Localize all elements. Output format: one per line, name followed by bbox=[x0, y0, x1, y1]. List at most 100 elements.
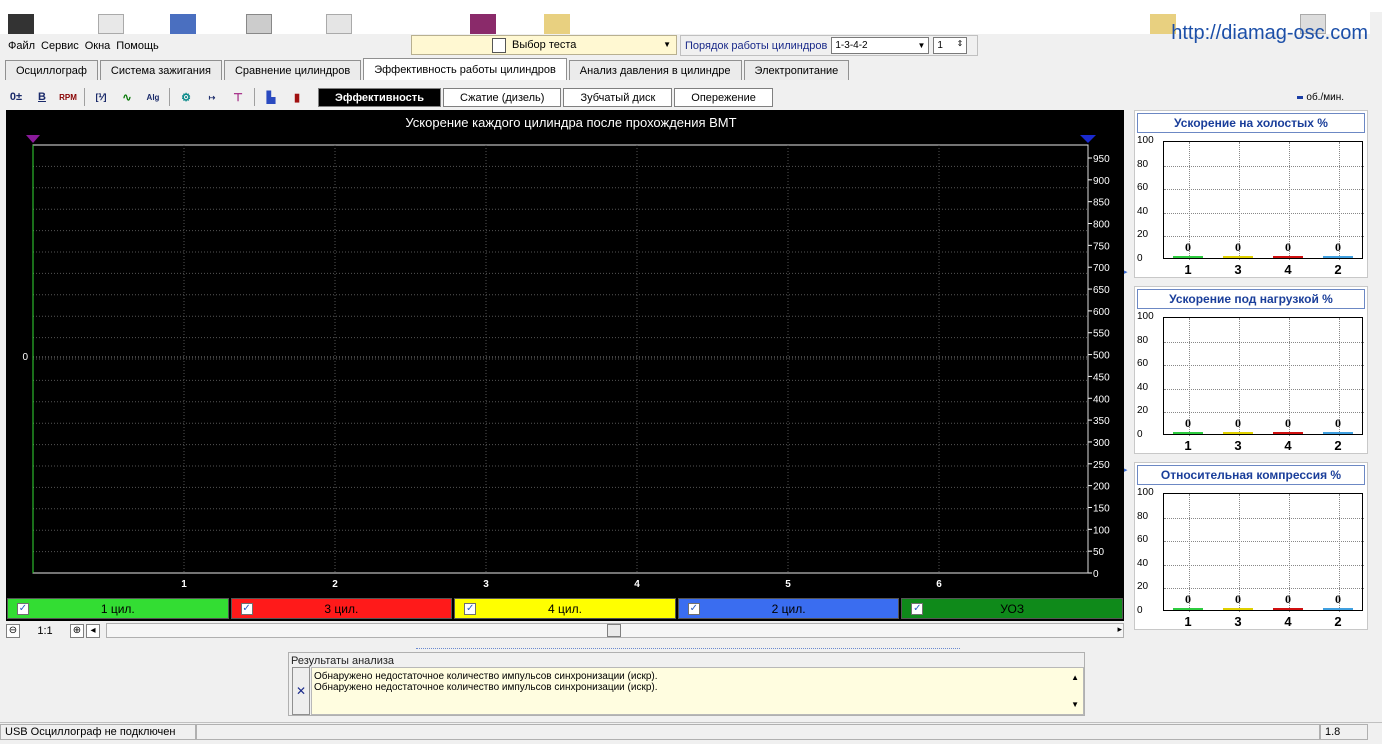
mini-grid-line bbox=[1164, 541, 1364, 543]
mini-y-tick: 40 bbox=[1137, 381, 1149, 393]
left-marker-icon[interactable] bbox=[26, 135, 40, 143]
mini-value-label: 0 bbox=[1185, 240, 1191, 254]
cars-icon[interactable]: ▙ bbox=[261, 87, 281, 107]
mini-chart-title-button[interactable]: Ускорение на холостых % bbox=[1137, 113, 1365, 133]
tab-cylinder-efficiency[interactable]: Эффективность работы цилиндров bbox=[363, 58, 567, 80]
checkbox-icon[interactable]: ✓ bbox=[687, 603, 700, 615]
scroll-up-icon[interactable]: ▲ bbox=[1071, 672, 1079, 683]
zoom-out-icon[interactable]: ⊖ bbox=[6, 623, 20, 638]
tab-cylinder-compare[interactable]: Сравнение цилиндров bbox=[223, 60, 362, 80]
menu-windows[interactable]: Окна bbox=[85, 40, 111, 52]
bar-chart-icon[interactable]: ▮ bbox=[287, 87, 307, 107]
mini-bar bbox=[1323, 432, 1353, 434]
top-strip bbox=[0, 0, 1382, 12]
folder-icon[interactable] bbox=[544, 14, 570, 34]
menu-bar: Файл Сервис Окна Помощь bbox=[0, 34, 410, 58]
legend-cyl-3[interactable]: ✓ 3 цил. bbox=[230, 598, 453, 619]
legend-label: 2 цил. bbox=[771, 601, 806, 616]
legend-cyl-2[interactable]: ✓ 2 цил. bbox=[677, 598, 900, 619]
y-right-tick-label: 850 bbox=[1093, 198, 1110, 209]
test-select[interactable]: Выбор теста ▼ bbox=[411, 35, 677, 55]
legend-uoz[interactable]: ✓ УОЗ bbox=[901, 598, 1123, 619]
zoom-y-icon[interactable]: 0± bbox=[6, 87, 26, 107]
algo-icon[interactable]: Alg bbox=[143, 87, 163, 107]
scroll-left-icon[interactable]: ◂ bbox=[86, 623, 100, 638]
mini-value-label: 0 bbox=[1285, 416, 1291, 430]
mini-bar bbox=[1223, 256, 1253, 258]
main-chart[interactable]: Ускорение каждого цилиндра после прохожд… bbox=[6, 110, 1124, 597]
legend-cyl-4[interactable]: ✓ 4 цил. bbox=[454, 598, 676, 619]
scroll-thumb[interactable] bbox=[607, 624, 621, 637]
x-tick-label: 6 bbox=[936, 579, 942, 590]
y-right-tick-label: 150 bbox=[1093, 503, 1110, 514]
mini-chart-title-button[interactable]: Ускорение под нагрузкой % bbox=[1137, 289, 1365, 309]
splitter-handle[interactable] bbox=[416, 643, 960, 649]
tab-toothed-wheel[interactable]: Зубчатый диск bbox=[563, 88, 673, 107]
file-icon[interactable] bbox=[170, 14, 196, 34]
tab-ignition[interactable]: Система зажигания bbox=[99, 60, 222, 80]
image-icon[interactable] bbox=[246, 14, 272, 34]
legend-label: УОЗ bbox=[1000, 601, 1025, 616]
mini-chart-title-button[interactable]: Относительная компрессия % bbox=[1137, 465, 1365, 485]
tab-advance[interactable]: Опережение bbox=[674, 88, 773, 107]
cylinder-spin[interactable]: 1 ⇕ bbox=[933, 37, 968, 54]
mini-grid-line bbox=[1164, 388, 1364, 390]
checkbox-icon[interactable]: ✓ bbox=[464, 603, 477, 615]
site-url[interactable]: http://diamag-osc.com bbox=[1171, 22, 1368, 45]
app-icon[interactable] bbox=[8, 14, 34, 34]
right-marker-icon[interactable] bbox=[1080, 135, 1096, 143]
y-right-tick-label: 500 bbox=[1093, 351, 1110, 362]
scroll-down-icon[interactable]: ▼ bbox=[1071, 699, 1079, 710]
analysis-results: Результаты анализа ✕ Обнаружено недостат… bbox=[288, 652, 1085, 716]
menu-file[interactable]: Файл bbox=[8, 40, 35, 52]
filter-icon[interactable]: ⊤ bbox=[228, 87, 248, 107]
checkbox-icon[interactable]: ✓ bbox=[240, 603, 253, 615]
tab-efficiency[interactable]: Эффективность bbox=[318, 88, 441, 107]
spin-arrows-icon[interactable]: ⇕ bbox=[957, 39, 964, 48]
mini-y-tick: 100 bbox=[1137, 487, 1154, 498]
page-icon[interactable] bbox=[326, 14, 352, 34]
net-icon[interactable]: ⚙ bbox=[176, 87, 196, 107]
mini-grid-line bbox=[1164, 517, 1364, 519]
mini-bar bbox=[1223, 432, 1253, 434]
wave-icon[interactable]: ∿ bbox=[117, 87, 137, 107]
mini-bar bbox=[1323, 608, 1353, 610]
scale-icon[interactable]: [⅟] bbox=[91, 87, 111, 107]
status-empty bbox=[196, 723, 1320, 740]
mini-value-label: 0 bbox=[1235, 416, 1241, 430]
tab-oscilloscope[interactable]: Осциллограф bbox=[5, 60, 98, 80]
bold-b-icon[interactable]: B bbox=[32, 87, 52, 107]
checkbox-icon[interactable]: ✓ bbox=[911, 603, 924, 615]
close-icon[interactable]: ✕ bbox=[292, 667, 310, 715]
counter-icon[interactable]: ↦ bbox=[202, 87, 222, 107]
legend-label: 4 цил. bbox=[548, 601, 582, 616]
doc-icon[interactable] bbox=[98, 14, 124, 34]
test-doc-icon bbox=[492, 38, 506, 53]
tab-diesel-compression[interactable]: Сжатие (дизель) bbox=[442, 88, 562, 107]
cylinder-order-select[interactable]: 1-3-4-2 ▼ bbox=[831, 37, 930, 54]
rpm-icon[interactable]: RPM bbox=[58, 87, 78, 107]
zoom-in-icon[interactable]: ⊕ bbox=[70, 623, 84, 638]
cylinder-order-label: Порядок работы цилиндров bbox=[685, 39, 828, 52]
mini-value-label: 0 bbox=[1285, 592, 1291, 606]
tab-pressure-analysis[interactable]: Анализ давления в цилиндре bbox=[568, 60, 742, 80]
y-right-tick-label: 100 bbox=[1093, 525, 1110, 536]
menu-help[interactable]: Помощь bbox=[116, 40, 159, 52]
mini-grid-line bbox=[1164, 588, 1364, 590]
mini-x-tick: 4 bbox=[1284, 614, 1292, 629]
mini-y-tick: 20 bbox=[1137, 405, 1149, 417]
x-tick-label: 4 bbox=[634, 579, 640, 590]
mini-y-tick: 60 bbox=[1137, 358, 1149, 370]
results-box[interactable]: Обнаружено недостаточное количество импу… bbox=[311, 667, 1084, 715]
y-right-tick-label: 750 bbox=[1093, 241, 1110, 252]
mini-value-label: 0 bbox=[1285, 240, 1291, 254]
archive-icon[interactable] bbox=[470, 14, 496, 34]
horizontal-scrollbar[interactable]: ▸ bbox=[106, 623, 1124, 638]
tab-power-supply[interactable]: Электропитание bbox=[743, 60, 850, 80]
checkbox-icon[interactable]: ✓ bbox=[17, 603, 29, 615]
scroll-right-icon[interactable]: ▸ bbox=[1117, 624, 1122, 635]
legend-cyl-1[interactable]: ✓ 1 цил. bbox=[7, 598, 229, 619]
mini-y-tick: 80 bbox=[1137, 158, 1149, 170]
menu-service[interactable]: Сервис bbox=[41, 40, 79, 52]
y-right-tick-label: 50 bbox=[1093, 547, 1105, 558]
